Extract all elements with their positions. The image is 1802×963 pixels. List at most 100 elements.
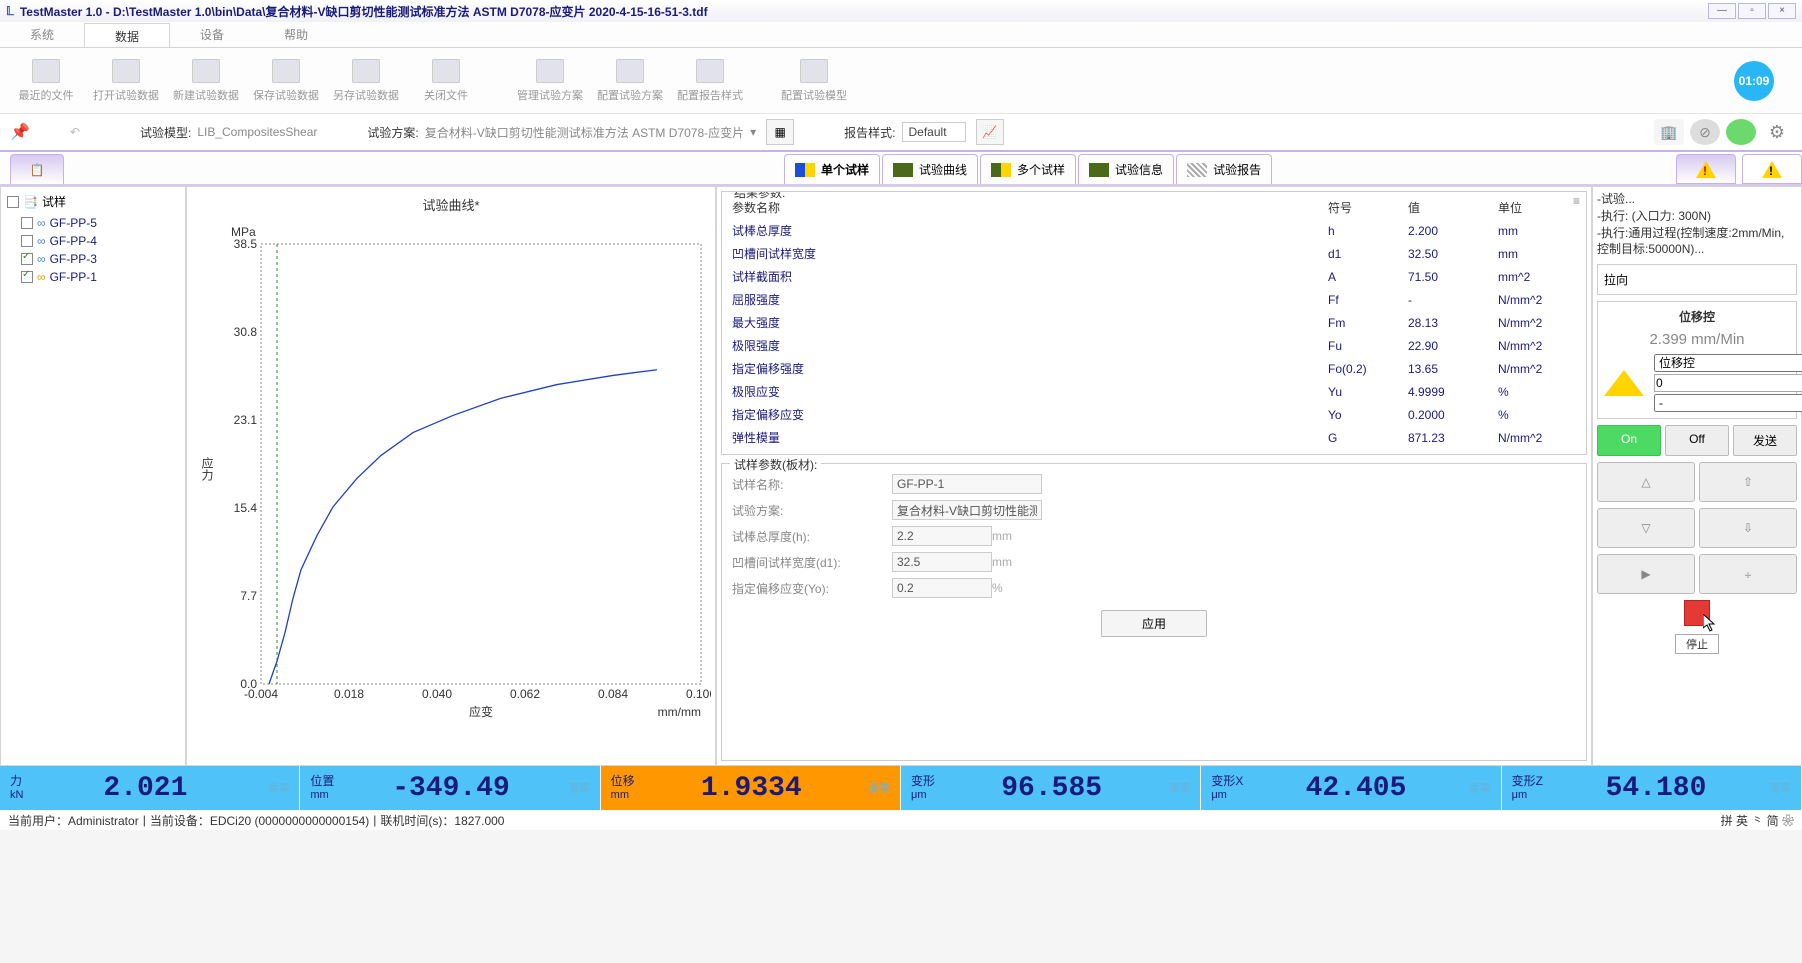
save-data-button[interactable]: 保存试验数据: [248, 52, 324, 110]
dropdown-icon[interactable]: ▾: [750, 125, 756, 139]
off-button[interactable]: Off: [1665, 425, 1729, 456]
config-model-button[interactable]: 配置试验模型: [776, 52, 852, 110]
menu-system[interactable]: 系统: [0, 22, 84, 47]
on-button[interactable]: On: [1597, 425, 1661, 456]
table-row[interactable]: 屈服强度Ff-N/mm^2: [726, 288, 1582, 311]
open-data-button[interactable]: 打开试验数据: [88, 52, 164, 110]
minimize-button[interactable]: —: [1708, 3, 1736, 19]
tab-multi-sample[interactable]: 多个试样: [980, 154, 1076, 184]
new-data-button[interactable]: 新建试验数据: [168, 52, 244, 110]
menu-data[interactable]: 数据: [84, 23, 170, 47]
readout-label: 变形Xμm: [1211, 775, 1243, 800]
manage-plan-button[interactable]: 管理试验方案: [512, 52, 588, 110]
checkbox[interactable]: [21, 271, 33, 283]
pin-icon[interactable]: 📌: [10, 122, 30, 142]
checkbox[interactable]: [7, 196, 19, 208]
apply-button[interactable]: 应用: [1101, 610, 1207, 637]
specimen-fieldset: 试样参数(板材): 试样名称: 试验方案: 试棒总厚度(h): mm 凹槽间试样…: [721, 463, 1587, 761]
center-icon: ⧾: [1745, 567, 1751, 582]
readout-cell: 位移mm1.9334清零: [601, 766, 901, 810]
tree-item[interactable]: ∞GF-PP-4: [7, 232, 179, 250]
spec-h-input[interactable]: [892, 526, 992, 546]
swatch-icon: [893, 163, 913, 177]
table-row[interactable]: 试样截面积A71.50mm^2: [726, 265, 1582, 288]
clear-button[interactable]: 清零: [568, 780, 590, 796]
jog-down-button[interactable]: ▽: [1597, 508, 1695, 548]
warning-tab-1[interactable]: [1676, 154, 1736, 184]
menu-help[interactable]: 帮助: [254, 22, 338, 47]
swatch-icon: [795, 163, 815, 177]
spec-name-label: 试样名称:: [732, 476, 892, 493]
clear-button[interactable]: 清零: [267, 780, 289, 796]
table-row[interactable]: 指定偏移应变Yo0.2000%: [726, 403, 1582, 426]
clear-button[interactable]: 清零: [1469, 780, 1491, 796]
sample-icon: ∞: [37, 270, 46, 284]
plan-label: 试验方案:: [367, 124, 418, 141]
sample-icon: ∞: [37, 216, 46, 230]
chart-ylabel: 应力: [199, 457, 216, 481]
tree-item[interactable]: ∞GF-PP-5: [7, 214, 179, 232]
table-row[interactable]: 极限应变Yu4.9999%: [726, 380, 1582, 403]
chart-config-icon[interactable]: 📈: [976, 119, 1004, 145]
file-close-icon: [432, 59, 460, 83]
side-panel-tab[interactable]: 📋: [10, 154, 64, 184]
tab-test-curve[interactable]: 试验曲线: [882, 154, 978, 184]
table-row[interactable]: 极限强度Fu22.90N/mm^2: [726, 334, 1582, 357]
parameter-bar: 📌 ↶ 试验模型: LIB_CompositesShear 试验方案: 复合材料…: [0, 114, 1802, 152]
menu-icon[interactable]: ≡: [1573, 194, 1580, 208]
spec-yo-input[interactable]: [892, 578, 992, 598]
jog-up-button[interactable]: △: [1597, 462, 1695, 502]
recent-files-button[interactable]: 最近的文件: [8, 52, 84, 110]
stop-button[interactable]: [1684, 600, 1710, 626]
close-file-button[interactable]: 关闭文件: [408, 52, 484, 110]
control-extra-select[interactable]: -: [1654, 394, 1802, 412]
stop-tooltip: 停止: [1675, 634, 1719, 654]
grid-icon[interactable]: ▦: [766, 119, 794, 145]
svg-text:0.040: 0.040: [422, 687, 452, 701]
checkbox[interactable]: [21, 217, 33, 229]
clear-button[interactable]: 清零: [1168, 780, 1190, 796]
results-legend: 结果参数:: [730, 191, 789, 201]
tab-test-report[interactable]: 试验报告: [1176, 154, 1272, 184]
folder-icon: [32, 59, 60, 83]
warning-tab-2[interactable]: [1742, 154, 1802, 184]
center-button[interactable]: ⧾: [1699, 554, 1797, 594]
home-down-button[interactable]: ⇩: [1699, 508, 1797, 548]
tree-root[interactable]: 📑 试样: [7, 193, 179, 210]
machine-icon[interactable]: 🏢: [1654, 119, 1684, 145]
col-unit: 单位: [1492, 196, 1582, 219]
table-row[interactable]: 凹槽间试样宽度d132.50mm: [726, 242, 1582, 265]
spec-h-label: 试棒总厚度(h):: [732, 528, 892, 545]
clear-button[interactable]: 清零: [1769, 780, 1791, 796]
spec-plan-input[interactable]: [892, 500, 1042, 520]
spec-d1-input[interactable]: [892, 552, 992, 572]
play-button[interactable]: ▶: [1597, 554, 1695, 594]
settings-gear-icon[interactable]: ⚙: [1762, 119, 1792, 145]
spec-name-input[interactable]: [892, 474, 1042, 494]
home-up-button[interactable]: ⇧: [1699, 462, 1797, 502]
tab-test-info[interactable]: 试验信息: [1078, 154, 1174, 184]
control-value-input[interactable]: [1654, 374, 1802, 392]
table-row[interactable]: 试棒总厚度h2.200mm: [726, 219, 1582, 242]
menu-device[interactable]: 设备: [170, 22, 254, 47]
checkbox[interactable]: [21, 235, 33, 247]
table-row[interactable]: 指定偏移强度Fo(0.2)13.65N/mm^2: [726, 357, 1582, 380]
tree-item[interactable]: ∞GF-PP-3: [7, 250, 179, 268]
nav-back-icon[interactable]: ↶: [70, 125, 80, 139]
control-mode-select[interactable]: 位移控: [1654, 354, 1802, 372]
chart-svg: MPa 0.07.715.423.130.838.5-0.0040.0180.0…: [231, 224, 711, 724]
config-plan-button[interactable]: 配置试验方案: [592, 52, 668, 110]
checkbox[interactable]: [21, 253, 33, 265]
config-report-button[interactable]: 配置报告样式: [672, 52, 748, 110]
tree-item[interactable]: ∞GF-PP-1: [7, 268, 179, 286]
report-style-dropdown[interactable]: Default: [902, 122, 966, 142]
results-panel: 结果参数: ≡ 参数名称 符号 值 单位 试棒总厚度h2.200mm凹槽间试样宽…: [716, 186, 1592, 766]
table-row[interactable]: 弹性模量G871.23N/mm^2: [726, 426, 1582, 449]
restore-button[interactable]: ▫: [1738, 3, 1766, 19]
saveas-data-button[interactable]: 另存试验数据: [328, 52, 404, 110]
table-row[interactable]: 最大强度Fm28.13N/mm^2: [726, 311, 1582, 334]
send-button[interactable]: 发送: [1733, 425, 1797, 456]
close-button[interactable]: ×: [1768, 3, 1796, 19]
tab-single-sample[interactable]: 单个试样: [784, 154, 880, 184]
clear-button[interactable]: 清零: [868, 780, 890, 796]
